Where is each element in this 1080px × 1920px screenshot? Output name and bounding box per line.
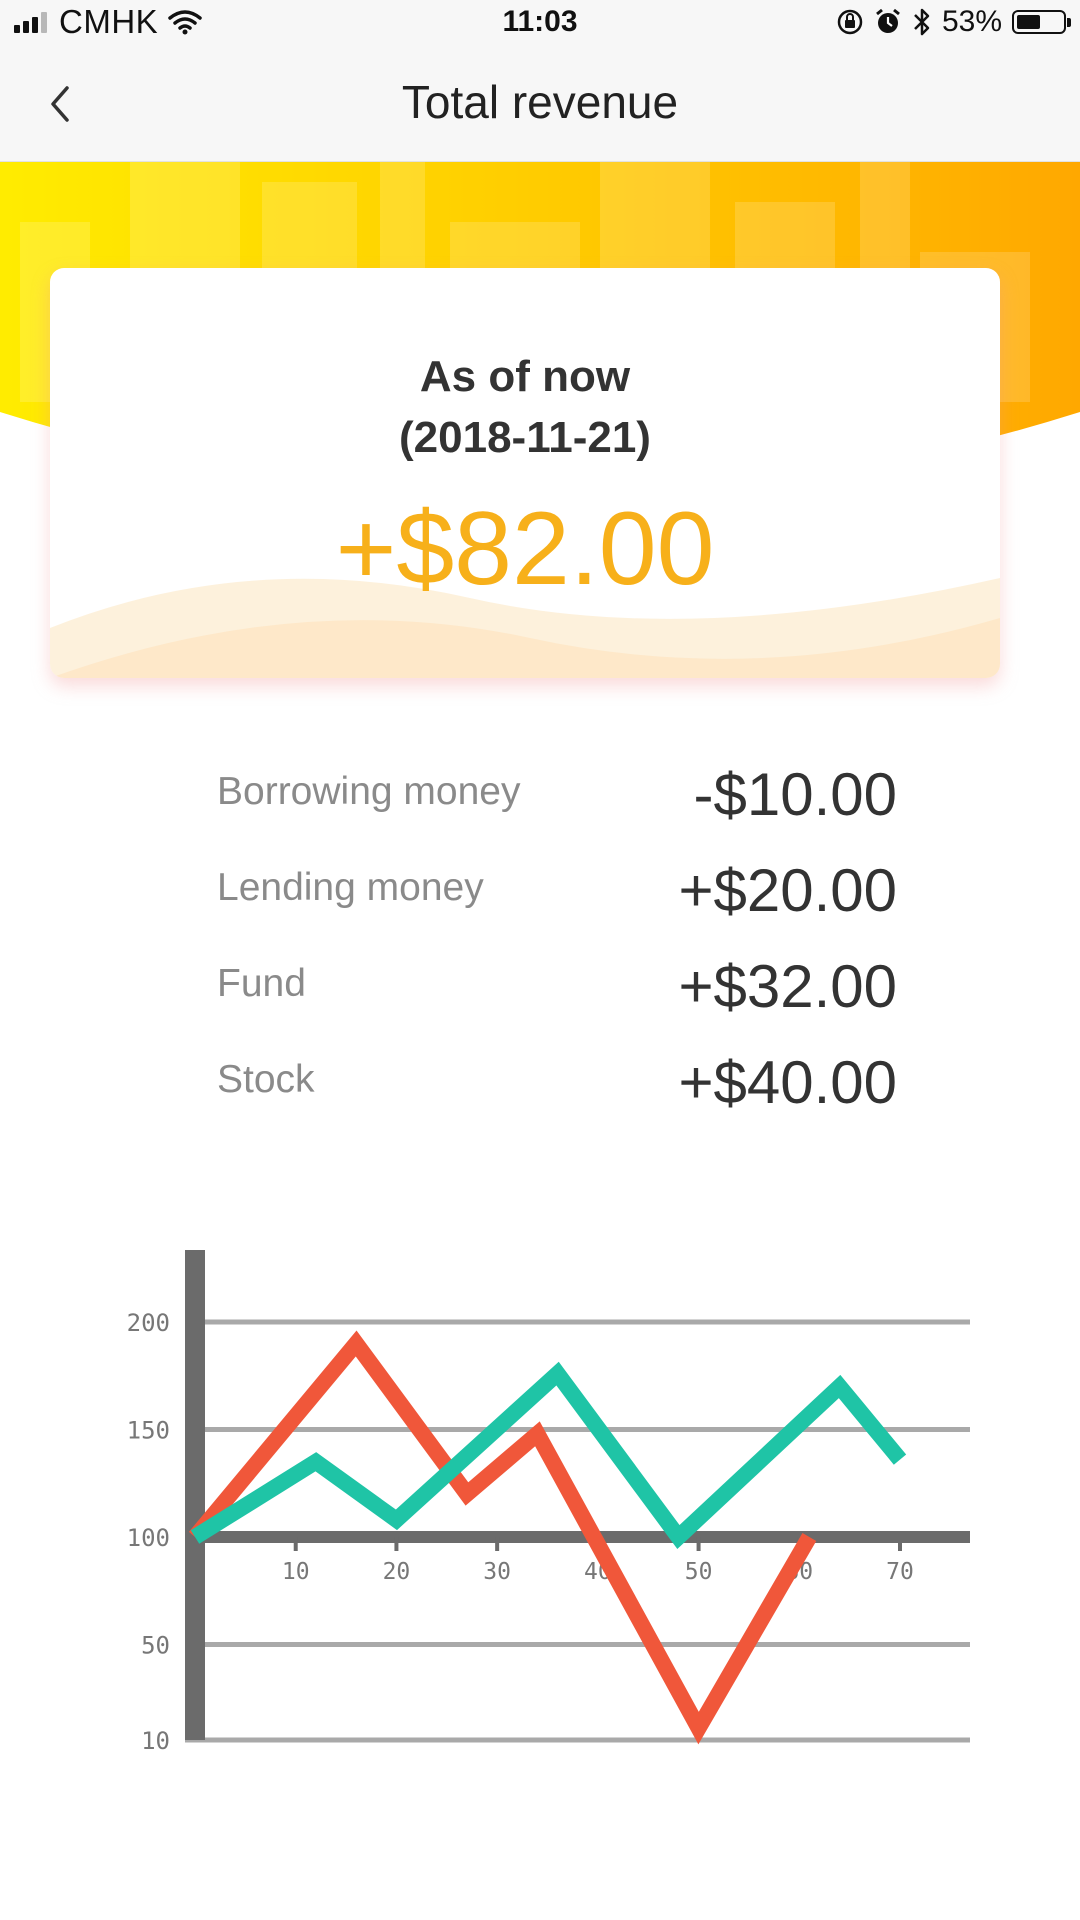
item-label-fund: Fund	[217, 962, 306, 1005]
x-tick-label: 30	[483, 1559, 511, 1585]
y-tick-label: 100	[127, 1524, 170, 1552]
item-value-stock: +$40.00	[678, 1049, 897, 1116]
alarm-icon	[876, 8, 900, 33]
y-tick-label: 50	[141, 1632, 170, 1660]
page-title: Total revenue	[401, 76, 679, 128]
total-amount: +$82.00	[335, 491, 715, 607]
list-item: Lending money +$20.00	[217, 848, 897, 944]
revenue-chart: 200150100501010 20 30 40 50 60 70	[127, 1250, 970, 1755]
battery-icon	[1012, 10, 1071, 34]
item-label-borrowing: Borrowing money	[217, 770, 521, 813]
status-right: 53%	[836, 2, 1071, 42]
as-of-label: As of now	[419, 352, 631, 401]
y-tick-label: 150	[127, 1417, 170, 1445]
item-value-lending: +$20.00	[678, 857, 897, 924]
list-item: Stock +$40.00	[217, 1040, 897, 1136]
y-tick-label: 10	[141, 1727, 170, 1755]
list-item: Borrowing money -$10.00	[217, 752, 897, 848]
x-tick-label: 10	[282, 1559, 310, 1585]
revenue-breakdown: Borrowing money -$10.00 Lending money +$…	[217, 752, 897, 1136]
lock-rotation-icon	[837, 9, 863, 35]
item-value-fund: +$32.00	[678, 953, 897, 1020]
as-of-date: (2018-11-21)	[399, 413, 651, 462]
item-label-stock: Stock	[217, 1058, 315, 1101]
item-value-borrowing: -$10.00	[693, 761, 898, 828]
list-item: Fund +$32.00	[217, 944, 897, 1040]
y-tick-label: 200	[127, 1309, 170, 1337]
x-tick-label: 70	[886, 1559, 914, 1585]
nav-bar: Total revenue	[0, 44, 1080, 162]
summary-card: As of now (2018-11-21) +$82.00	[50, 268, 1000, 678]
x-tick-label: 50	[685, 1559, 713, 1585]
x-tick-label: 20	[383, 1559, 411, 1585]
battery-percent: 53%	[941, 5, 1002, 38]
bluetooth-icon	[914, 8, 930, 36]
item-label-lending: Lending money	[217, 866, 484, 909]
status-bar: CMHK 11:03 53%	[0, 0, 1080, 44]
